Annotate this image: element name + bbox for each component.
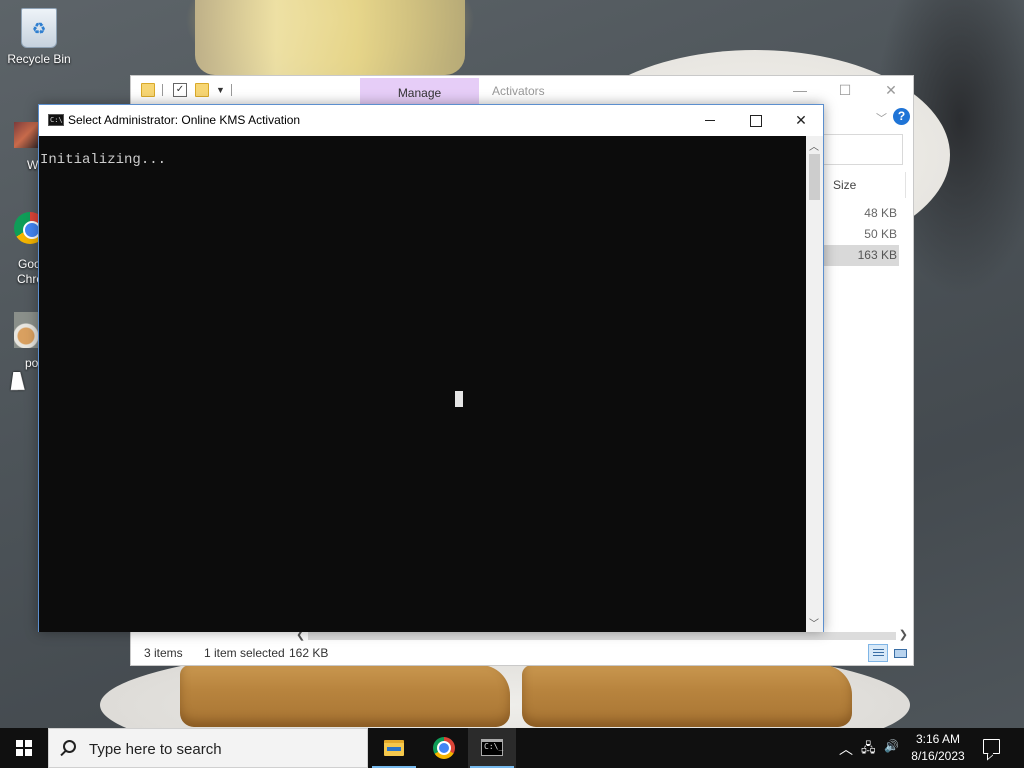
status-item-count: 3 items (144, 646, 183, 660)
large-icons-view-button[interactable] (890, 644, 910, 662)
desktop-icon-photo[interactable]: po (14, 312, 38, 372)
desktop-icon-label: Chro (17, 272, 38, 286)
cmd-console[interactable]: Initializing... (39, 136, 807, 632)
explorer-close-button[interactable]: ✕ (877, 80, 905, 100)
desktop-icon-label: Recycle Bin (7, 52, 71, 66)
taskbar-app-chrome[interactable] (420, 728, 468, 768)
expand-ribbon-chevron-icon[interactable]: ﹀ (876, 110, 887, 126)
file-size-cell[interactable]: 50 KB (819, 224, 899, 245)
cmd-vertical-scrollbar[interactable]: ︿ ﹀ (806, 136, 823, 632)
file-size-cell[interactable]: 48 KB (819, 203, 899, 224)
explorer-status-bar: 3 items 1 item selected 162 KB (131, 641, 913, 665)
show-hidden-icons-chevron-icon[interactable]: ︿ (839, 739, 853, 759)
taskbar-search-placeholder: Type here to search (89, 741, 222, 758)
media-icon (14, 122, 38, 148)
notification-center-icon[interactable] (983, 739, 1000, 754)
explorer-maximize-button[interactable]: ☐ (831, 80, 859, 100)
file-size-cell-selected[interactable]: 163 KB (819, 245, 899, 266)
scrollbar-track[interactable] (308, 632, 896, 640)
desktop-icon-chrome[interactable]: Goo Chro (14, 206, 38, 288)
cmd-maximize-button[interactable] (732, 105, 778, 135)
cmd-icon: C:\_ (481, 739, 503, 756)
start-button[interactable] (0, 728, 48, 768)
desktop-icon-label: W (27, 158, 38, 172)
wallpaper-bottle (195, 0, 465, 75)
cmd-close-button[interactable]: ✕ (778, 105, 824, 135)
folder-icon (384, 740, 404, 756)
explorer-titlebar[interactable]: ✓ ▼ Manage Activators — ☐ ✕ (131, 76, 913, 106)
chrome-icon (433, 737, 455, 759)
console-cursor (455, 391, 463, 407)
scroll-up-arrow-icon[interactable]: ︿ (809, 138, 819, 153)
column-header-size[interactable]: Size (833, 178, 856, 192)
scrollbar-thumb[interactable] (809, 154, 820, 200)
taskbar-app-file-explorer[interactable] (370, 728, 418, 768)
chrome-icon (14, 212, 38, 244)
cmd-icon[interactable]: C:\ (48, 114, 64, 126)
clock-date: 8/16/2023 (911, 749, 965, 763)
help-icon[interactable]: ? (893, 108, 910, 125)
toolbar-separator (162, 84, 163, 96)
details-view-icon (873, 649, 884, 658)
cmd-window[interactable]: C:\ Select Administrator: Online KMS Act… (38, 104, 824, 632)
recycle-bin-icon (21, 8, 57, 48)
system-tray: ︿ 🖧 🔊 (834, 728, 899, 768)
mouse-pointer-icon (10, 372, 28, 390)
scroll-right-arrow-icon[interactable]: ❯ (899, 628, 908, 641)
network-icon[interactable]: 🖧 (861, 739, 876, 761)
cmd-minimize-button[interactable] (687, 105, 733, 135)
console-output-line: Initializing... (40, 152, 167, 168)
status-selected-count: 1 item selected (204, 646, 285, 660)
photo-icon (14, 312, 38, 348)
explorer-title: Activators (492, 84, 545, 98)
wallpaper-toast (180, 665, 510, 727)
properties-icon[interactable]: ✓ (173, 83, 187, 97)
customize-toolbar-dropdown-icon[interactable]: ▼ (216, 85, 225, 95)
status-selected-size: 162 KB (289, 646, 329, 660)
column-divider[interactable] (905, 172, 906, 198)
desktop-icon-label: po (25, 356, 38, 370)
desktop-icon-media[interactable]: W (14, 122, 38, 172)
taskbar-search-box[interactable]: Type here to search (48, 728, 368, 768)
windows-logo-icon (16, 740, 32, 756)
volume-icon[interactable]: 🔊 (884, 739, 899, 753)
explorer-search-input[interactable]: rs (811, 134, 903, 165)
taskbar-clock[interactable]: 3:16 AM 8/16/2023 (900, 731, 976, 765)
taskbar: Type here to search C:\_ ︿ 🖧 🔊 3:16 AM 8… (0, 728, 1024, 768)
details-view-button[interactable] (868, 644, 888, 662)
cmd-title: Select Administrator: Online KMS Activat… (68, 113, 301, 127)
cmd-titlebar[interactable]: C:\ Select Administrator: Online KMS Act… (39, 105, 823, 136)
wallpaper-toast (522, 665, 852, 727)
toolbar-separator (231, 84, 232, 96)
explorer-minimize-button[interactable]: — (786, 80, 814, 100)
clock-time: 3:16 AM (915, 732, 961, 746)
manage-tab[interactable]: Manage (360, 78, 479, 106)
scroll-down-arrow-icon[interactable]: ﹀ (809, 615, 819, 630)
new-folder-icon[interactable] (195, 83, 209, 97)
search-icon (63, 740, 76, 753)
large-icons-view-icon (894, 649, 907, 658)
desktop-icon-label: Goo (18, 257, 38, 271)
desktop-icon-recycle-bin[interactable]: Recycle Bin (1, 8, 77, 66)
folder-icon[interactable] (141, 83, 155, 97)
taskbar-app-cmd[interactable]: C:\_ (468, 728, 516, 768)
